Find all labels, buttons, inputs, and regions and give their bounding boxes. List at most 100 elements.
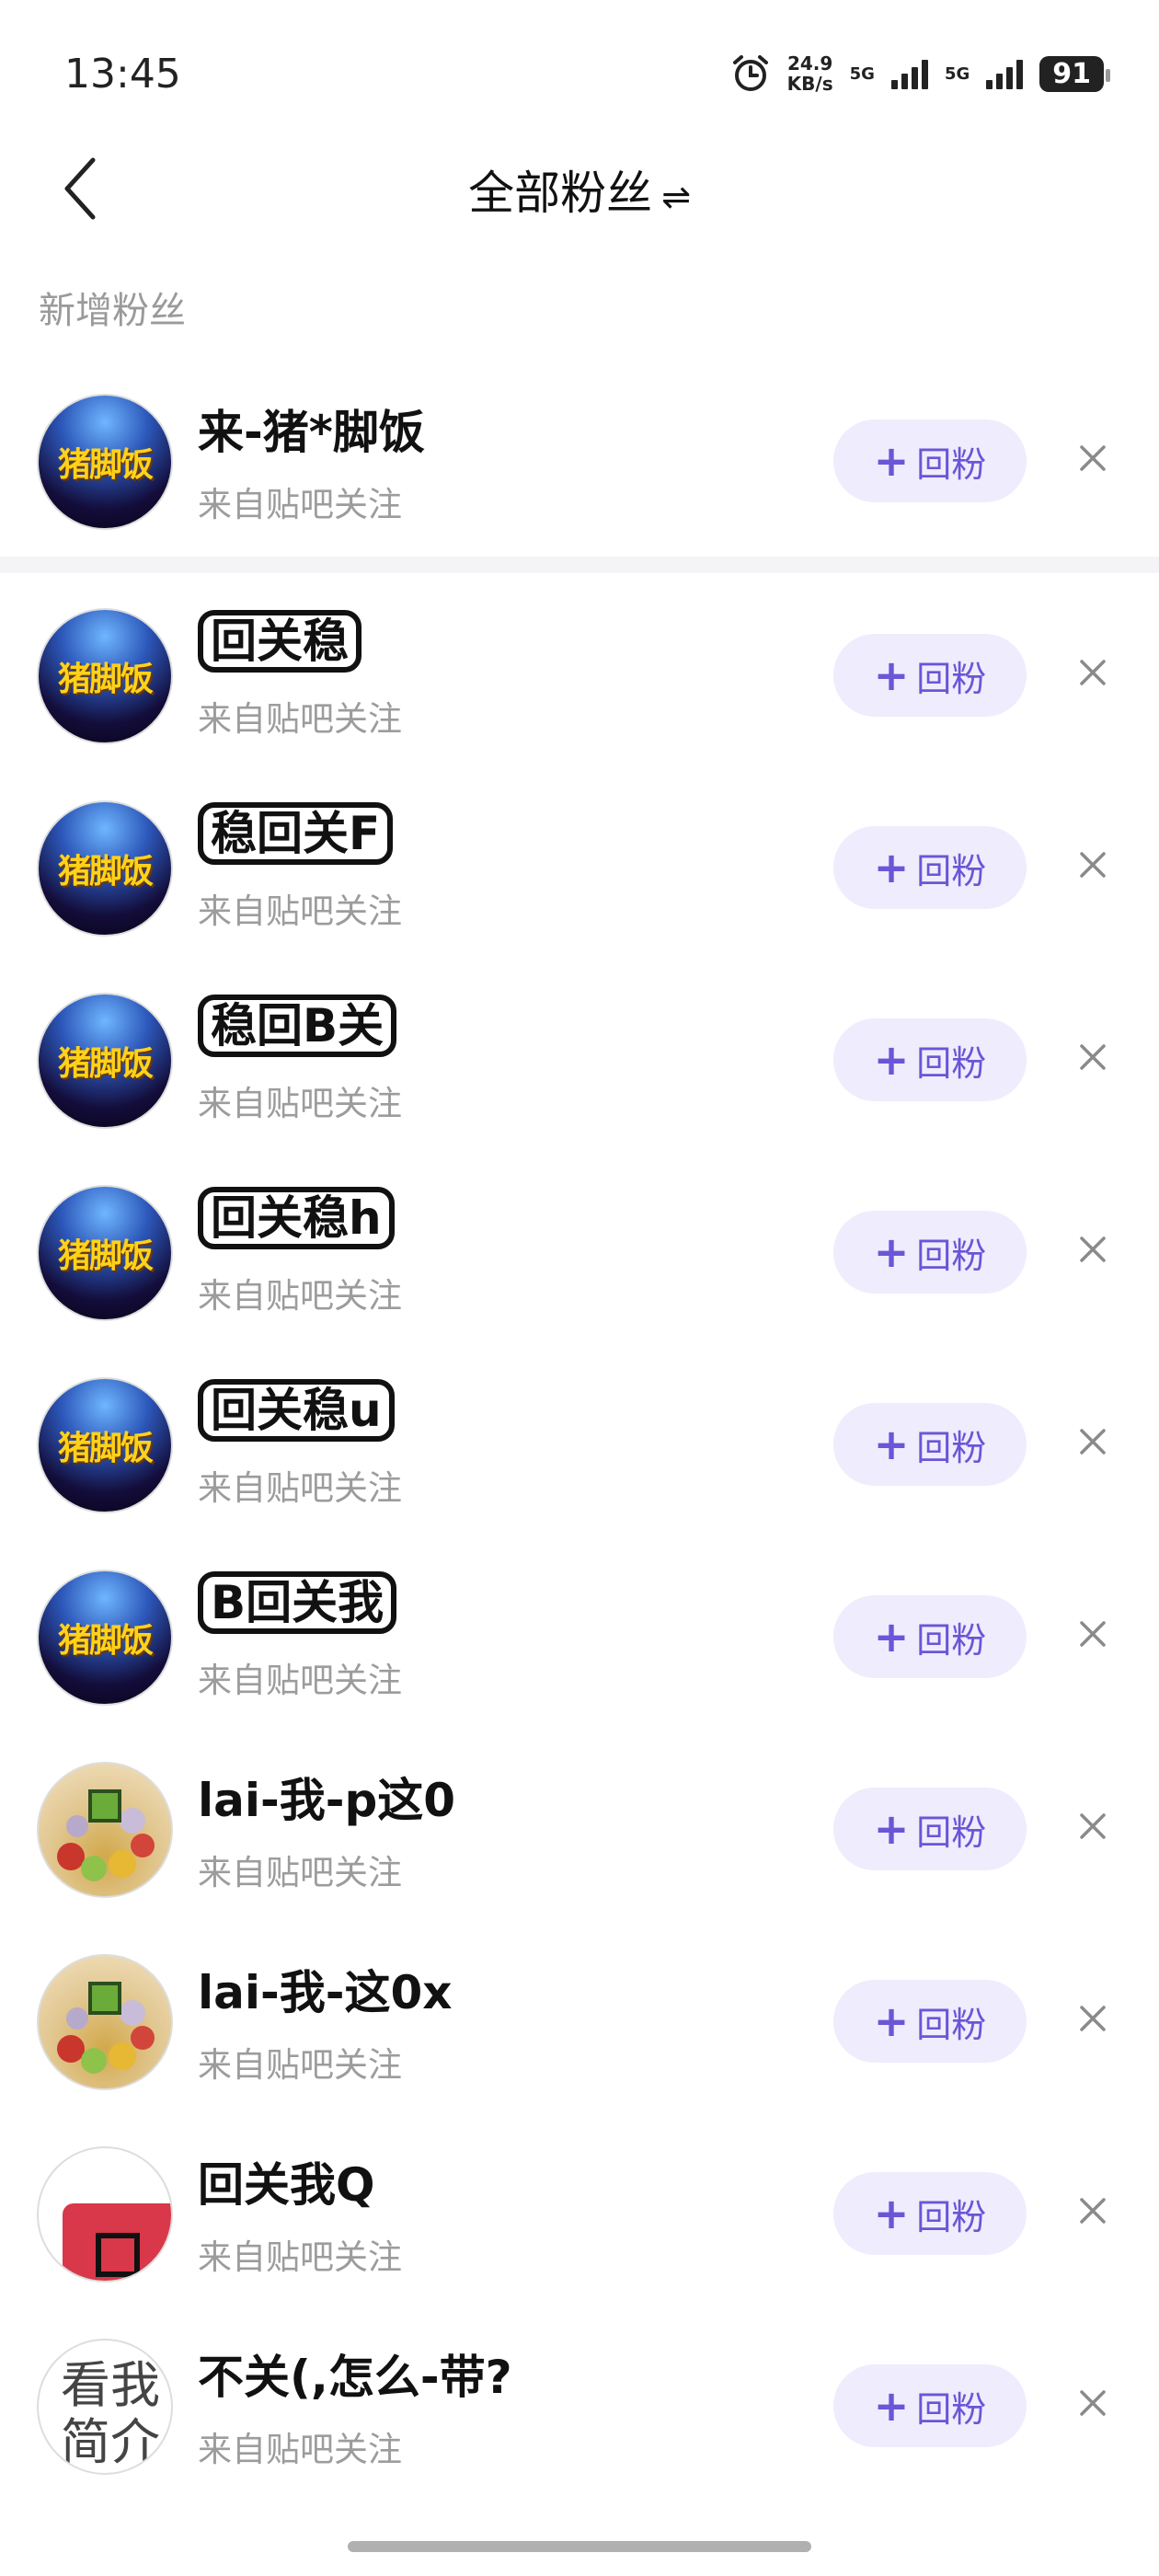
follower-row[interactable]: 猪脚饭 稳回关F 来自贴吧关注 + 回粉	[0, 765, 1159, 958]
follow-back-button[interactable]: + 回粉	[833, 1018, 1027, 1101]
follower-name-text: 回关稳u	[198, 1379, 395, 1442]
avatar-text: 猪脚饭	[57, 853, 154, 891]
plus-icon: +	[873, 2189, 910, 2238]
follower-name[interactable]: lai-我-p这0	[198, 1764, 455, 1830]
follower-name[interactable]: 回关我Q	[198, 2148, 375, 2214]
follower-name[interactable]: 回关稳h	[198, 1187, 395, 1249]
avatar-text: 猪脚饭	[57, 446, 154, 484]
avatar[interactable]	[37, 2146, 173, 2283]
avatar[interactable]: 猪脚饭	[37, 394, 173, 530]
follow-back-button[interactable]: + 回粉	[833, 1595, 1027, 1678]
signal-2-icon	[986, 58, 1024, 89]
follow-back-button[interactable]: + 回粉	[833, 1403, 1027, 1486]
follow-back-button[interactable]: + 回粉	[833, 1788, 1027, 1870]
avatar[interactable]	[37, 1954, 173, 2090]
plus-icon: +	[873, 1612, 910, 1662]
plus-icon: +	[873, 1420, 910, 1469]
remove-button[interactable]	[1067, 1031, 1119, 1083]
follow-source: 来自贴吧关注	[198, 2045, 402, 2085]
follower-name[interactable]: 不关(,怎么-带?	[198, 2340, 512, 2407]
follow-source: 来自贴吧关注	[198, 1084, 402, 1123]
section-divider	[0, 557, 1159, 573]
signal-1-icon	[890, 58, 928, 89]
remove-button[interactable]	[1067, 2185, 1119, 2237]
avatar[interactable]: 猪脚饭	[37, 608, 173, 744]
follow-back-button[interactable]: + 回粉	[833, 420, 1027, 502]
follow-back-button[interactable]: + 回粉	[833, 1980, 1027, 2063]
remove-button[interactable]	[1067, 1224, 1119, 1275]
follower-name[interactable]: 回关稳	[198, 610, 361, 673]
speed-unit: KB/s	[786, 73, 833, 95]
remove-button[interactable]	[1067, 1608, 1119, 1660]
follow-back-label: 回粉	[916, 850, 987, 891]
home-indicator[interactable]	[348, 2541, 811, 2552]
follow-back-button[interactable]: + 回粉	[833, 634, 1027, 717]
swap-icon: ⇌	[661, 176, 691, 217]
avatar-text: 猪脚饭	[57, 1622, 154, 1660]
remove-button[interactable]	[1067, 839, 1119, 891]
status-time: 13:45	[64, 51, 181, 98]
network-type-2: 5G	[944, 63, 970, 84]
close-icon	[1080, 1813, 1106, 1839]
follow-back-label: 回粉	[916, 1619, 987, 1661]
avatar[interactable]: 猪脚饭	[37, 1185, 173, 1321]
plus-icon: +	[873, 436, 910, 486]
plus-icon: +	[873, 2381, 910, 2431]
remove-button[interactable]	[1067, 647, 1119, 698]
follow-back-button[interactable]: + 回粉	[833, 826, 1027, 909]
follower-name-text: 不关(,怎么-带?	[198, 2351, 512, 2404]
follow-source: 来自贴吧关注	[198, 1661, 402, 1700]
avatar-text: 猪脚饭	[57, 1237, 154, 1275]
follower-name[interactable]: lai-我-这0x	[198, 1956, 453, 2022]
follower-row[interactable]: 猪脚饭 来-猪*脚饭 来自贴吧关注 + 回粉	[0, 359, 1159, 557]
follower-row[interactable]: 猪脚饭 回关稳u 来自贴吧关注 + 回粉	[0, 1342, 1159, 1535]
follower-name-text: lai-我-p这0	[198, 1774, 456, 1827]
page-title[interactable]: 全部粉丝 ⇌	[0, 156, 1159, 223]
follow-back-button[interactable]: + 回粉	[833, 1211, 1027, 1294]
remove-button[interactable]	[1067, 1800, 1119, 1852]
avatar[interactable]	[37, 1762, 173, 1898]
follow-back-label: 回粉	[916, 2004, 987, 2045]
follower-name[interactable]: 回关稳u	[198, 1379, 395, 1442]
avatar-badge-icon	[96, 2233, 140, 2277]
follower-list: 猪脚饭 来-猪*脚饭 来自贴吧关注 + 回粉 猪脚饭 回关稳 来自贴吧关注 + 回粉 猪脚饭 稳回…	[0, 359, 1159, 2496]
status-icons: 24.9 KB/s 5G 5G 91	[730, 53, 1110, 95]
close-icon	[1080, 1236, 1106, 1262]
follow-back-button[interactable]: + 回粉	[833, 2364, 1027, 2447]
follower-name[interactable]: 来-猪*脚饭	[198, 396, 425, 462]
avatar-text: 看我简介	[61, 2356, 160, 2471]
follow-back-label: 回粉	[916, 1427, 987, 1468]
follow-source: 来自贴吧关注	[198, 699, 402, 739]
close-icon	[1080, 2006, 1106, 2031]
follower-row[interactable]: 猪脚饭 回关稳来自贴吧关注 + 回粉	[0, 573, 1159, 765]
remove-button[interactable]	[1067, 1416, 1119, 1467]
follower-name-text: 来-猪*脚饭	[198, 406, 425, 459]
follower-name[interactable]: 稳回B关	[198, 995, 397, 1057]
remove-button[interactable]	[1067, 1993, 1119, 2044]
follower-name-text: 稳回B关	[198, 995, 397, 1057]
follower-row[interactable]: 看我简介 不关(,怎么-带? 来自贴吧关注 + 回粉	[0, 2304, 1159, 2496]
follow-back-button[interactable]: + 回粉	[833, 2172, 1027, 2255]
avatar[interactable]: 猪脚饭	[37, 1570, 173, 1706]
follower-row[interactable]: 猪脚饭 B回关我来自贴吧关注 + 回粉	[0, 1535, 1159, 1727]
section-label: 新增粉丝	[39, 290, 186, 332]
follower-name-text: 稳回关F	[198, 802, 394, 865]
avatar[interactable]: 看我简介	[37, 2339, 173, 2475]
plus-icon: +	[873, 650, 910, 700]
follower-row[interactable]: lai-我-p这0 来自贴吧关注 + 回粉	[0, 1727, 1159, 1919]
nav-bar: 全部粉丝 ⇌	[0, 138, 1159, 248]
follower-row[interactable]: 回关我Q 来自贴吧关注 + 回粉	[0, 2111, 1159, 2304]
follow-back-label: 回粉	[916, 1811, 987, 1853]
remove-button[interactable]	[1067, 432, 1119, 484]
avatar[interactable]: 猪脚饭	[37, 1377, 173, 1513]
avatar[interactable]: 猪脚饭	[37, 800, 173, 937]
follower-row[interactable]: 猪脚饭 稳回B关来自贴吧关注 + 回粉	[0, 958, 1159, 1150]
follow-back-label: 回粉	[916, 2196, 987, 2237]
follower-row[interactable]: lai-我-这0x 来自贴吧关注 + 回粉	[0, 1919, 1159, 2111]
follow-back-label: 回粉	[916, 2388, 987, 2430]
avatar[interactable]: 猪脚饭	[37, 993, 173, 1129]
follower-name[interactable]: B回关我	[198, 1571, 397, 1634]
follower-row[interactable]: 猪脚饭 回关稳h 来自贴吧关注 + 回粉	[0, 1150, 1159, 1342]
remove-button[interactable]	[1067, 2377, 1119, 2429]
follower-name[interactable]: 稳回关F	[198, 802, 394, 865]
